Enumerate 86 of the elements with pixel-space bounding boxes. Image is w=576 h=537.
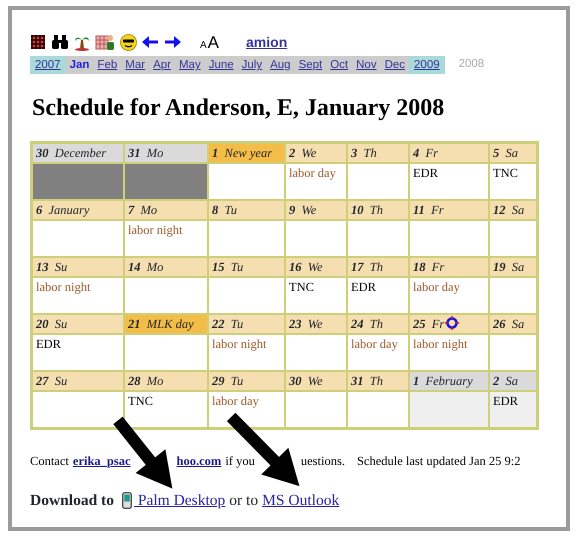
month-link[interactable]: Apr xyxy=(149,56,175,74)
right-arrow-icon[interactable] xyxy=(164,36,181,48)
day-header: 13 Su xyxy=(32,256,124,277)
day-header: 10 Th xyxy=(347,200,409,220)
day-header: 20 Su xyxy=(32,314,124,334)
day-header: 4 Fr xyxy=(409,142,489,163)
day-header: 7 Mo xyxy=(124,200,208,220)
day-header: 29 Tu xyxy=(208,370,285,391)
labor-entry: labor day xyxy=(413,278,461,296)
page-title: Schedule for Anderson, E, January 2008 xyxy=(32,94,446,123)
day-header: 8 Tu xyxy=(208,200,285,220)
update-text: Schedule last updated Jan 25 9:2 xyxy=(356,452,520,470)
day-header: 31 Th xyxy=(347,370,409,391)
day-header: 16 We xyxy=(285,256,347,277)
month-link[interactable]: Feb xyxy=(93,56,122,74)
day-header: 14 Mo xyxy=(124,256,208,277)
labor-entry: labor night xyxy=(36,278,92,296)
handheld-icon xyxy=(122,492,132,509)
day-header: 21 MLK day xyxy=(124,314,208,334)
shift-entry: TNC xyxy=(289,278,315,296)
shift-entry: EDR xyxy=(413,164,439,182)
contact-text: Contact xyxy=(30,452,69,470)
month-link[interactable]: May xyxy=(174,56,205,74)
day-header: 1 New year xyxy=(208,142,285,163)
year-link[interactable]: 2007 xyxy=(30,56,66,74)
shift-entry: TNC xyxy=(128,392,154,410)
small-font-button[interactable]: A xyxy=(200,40,207,50)
day-header: 15 Tu xyxy=(208,256,285,277)
day-header: 27 Su xyxy=(32,370,124,391)
labor-entry: labor day xyxy=(289,164,337,182)
contact-text: uestions. xyxy=(300,452,345,470)
labor-entry: labor night xyxy=(212,336,268,353)
day-header: 26 Sa xyxy=(489,314,537,334)
month-link[interactable]: Nov xyxy=(352,56,381,74)
day-header: 1 February xyxy=(409,370,489,391)
day-header: 23 We xyxy=(285,314,347,334)
large-font-button[interactable]: A xyxy=(208,34,220,50)
labor-entry: labor day xyxy=(212,392,260,410)
shift-entry: TNC xyxy=(493,164,519,182)
month-link[interactable]: Mar xyxy=(121,56,150,74)
day-header: 3 Th xyxy=(347,142,409,163)
day-header: 30 December xyxy=(32,142,124,163)
day-header: 12 Sa xyxy=(489,200,537,220)
month-link[interactable]: Sept xyxy=(294,56,326,74)
day-header: 6 January xyxy=(32,200,124,220)
day-header: 9 We xyxy=(285,200,347,220)
site-link[interactable]: amion xyxy=(246,32,288,52)
year-link[interactable]: 2009 xyxy=(409,56,445,74)
day-header: 18 Fr xyxy=(409,256,489,277)
day-header: 19 Sa xyxy=(489,256,537,277)
download-text: or to xyxy=(229,490,258,511)
palm-desktop-link[interactable]: Palm Desktop xyxy=(134,488,226,512)
day-header: 17 Th xyxy=(347,256,409,277)
month-link[interactable]: Jan xyxy=(66,56,94,74)
email-link[interactable]: erika_psac xyxy=(72,452,131,471)
labor-entry: labor day xyxy=(351,336,399,353)
calendar-person-icon[interactable] xyxy=(95,33,115,51)
day-header: 24 Th xyxy=(347,314,409,334)
shift-entry: EDR xyxy=(351,278,377,296)
ms-outlook-link[interactable]: MS Outlook xyxy=(262,488,340,512)
day-header: 5 Sa xyxy=(489,142,537,163)
day-header: 2 We xyxy=(285,142,347,163)
shift-entry: EDR xyxy=(493,392,519,410)
download-label: Download to xyxy=(30,490,114,511)
day-header: 22 Tu xyxy=(208,314,285,334)
day-header: 30 We xyxy=(285,370,347,391)
email-link[interactable]: hoo.com xyxy=(176,452,222,471)
month-link[interactable]: Aug xyxy=(266,56,295,74)
current-year: 2008 xyxy=(458,57,484,72)
month-link[interactable]: June xyxy=(204,56,238,74)
day-header: 2 Sa xyxy=(489,370,537,391)
month-link[interactable]: Dec xyxy=(380,56,410,74)
day-header: 11 Fr xyxy=(409,200,489,220)
labor-entry: labor night xyxy=(413,336,469,353)
labor-entry: labor night xyxy=(128,222,184,239)
left-arrow-icon[interactable] xyxy=(142,36,159,48)
binoculars-icon[interactable] xyxy=(51,34,69,50)
month-link[interactable]: Oct xyxy=(326,56,352,74)
month-link[interactable]: July xyxy=(238,56,266,74)
shift-entry: EDR xyxy=(36,336,62,353)
smiley-icon[interactable] xyxy=(120,34,137,50)
contact-text: if you xyxy=(225,452,255,470)
day-header: 25 Fr xyxy=(409,314,489,334)
day-header: 28 Mo xyxy=(124,370,208,391)
day-header: 31 Mo xyxy=(124,142,208,163)
grid-icon[interactable] xyxy=(30,34,46,50)
